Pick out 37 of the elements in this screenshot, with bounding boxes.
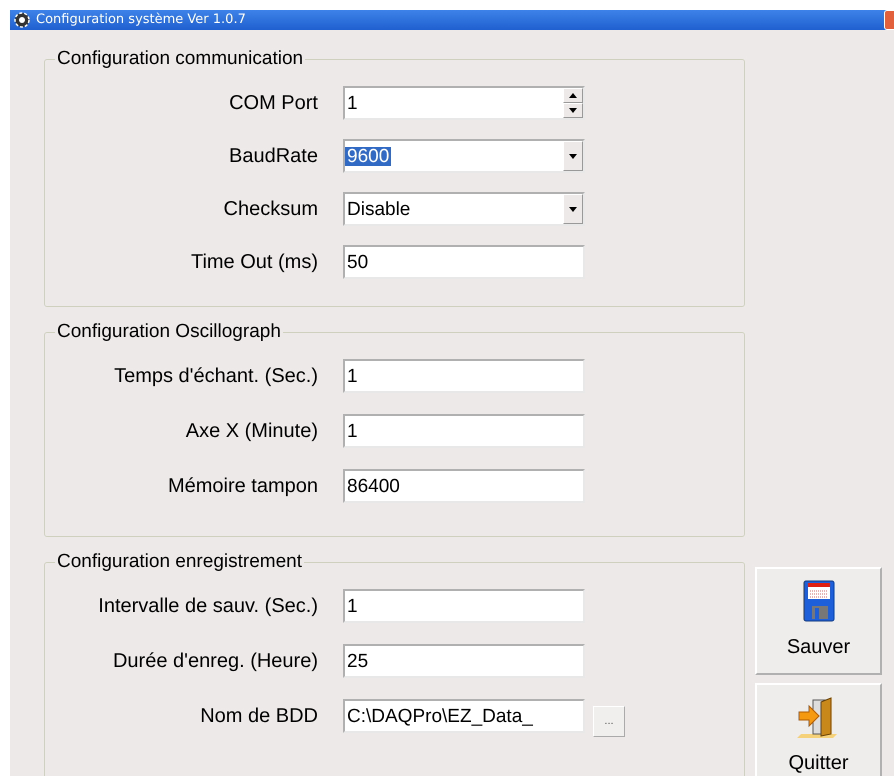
field-label: Axe X (Minute) (184, 421, 319, 441)
field-label: Time Out (ms) (190, 252, 319, 272)
spin-down-button[interactable] (563, 103, 583, 118)
close-button[interactable] (884, 10, 894, 30)
input-field[interactable]: 1 (343, 414, 585, 448)
spin-field[interactable]: 1 (343, 86, 585, 120)
spin-up-button[interactable] (563, 88, 583, 103)
group-title: Configuration communication (56, 48, 304, 70)
dropdown-button[interactable] (563, 141, 583, 171)
up-arrow-icon (569, 93, 577, 98)
field-label: Temps d'échant. (Sec.) (113, 366, 319, 386)
browse-button[interactable]: ... (593, 706, 625, 737)
window-title: Configuration système Ver 1.0.7 (36, 11, 247, 30)
caret-icon (569, 154, 577, 158)
input-field[interactable]: 1 (343, 359, 585, 393)
exit-button[interactable]: Quitter (755, 683, 882, 776)
field-label: Durée d'enreg. (Heure) (112, 651, 319, 671)
group-title: Configuration enregistrement (56, 551, 304, 573)
down-arrow-icon (569, 108, 577, 113)
input-field[interactable]: 86400 (343, 469, 585, 503)
field-label: BaudRate (228, 146, 319, 166)
field-label: Mémoire tampon (166, 476, 319, 496)
gear-icon (13, 11, 31, 29)
save-button[interactable]: Sauver (755, 567, 882, 675)
caret-icon (569, 206, 577, 212)
dropdown-button[interactable] (563, 194, 583, 224)
dropdown-field[interactable]: Disable (343, 192, 585, 226)
field-label: COM Port (228, 93, 319, 113)
input-field[interactable]: 50 (343, 245, 585, 279)
field-label: Nom de BDD (199, 706, 319, 726)
dropdown-field[interactable]: 9600 (343, 139, 585, 173)
field-label: Checksum (222, 199, 319, 219)
input-field[interactable]: 25 (343, 644, 585, 678)
input-field[interactable]: 1 (343, 589, 585, 623)
group-title: Configuration Oscillograph (56, 321, 282, 343)
input-field[interactable]: C:\DAQPro\EZ_Data_ (343, 699, 585, 733)
field-label: Intervalle de sauv. (Sec.) (97, 596, 319, 616)
